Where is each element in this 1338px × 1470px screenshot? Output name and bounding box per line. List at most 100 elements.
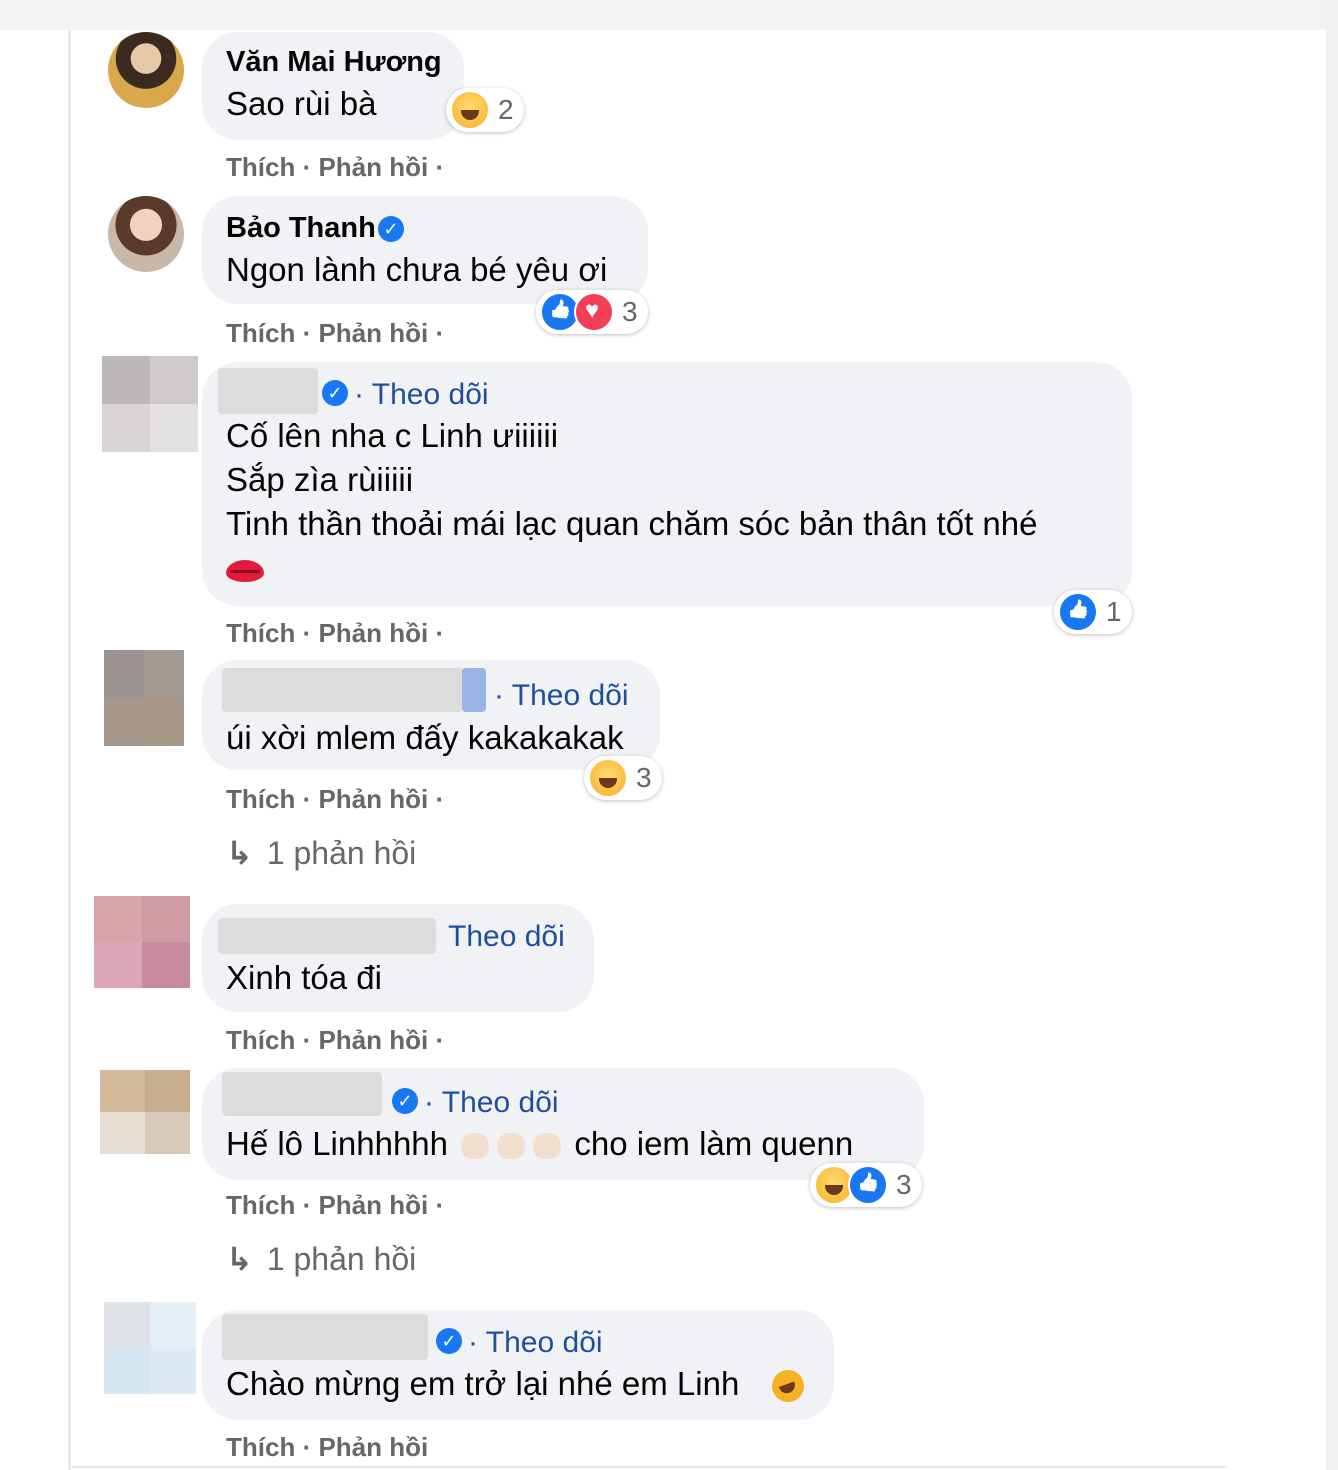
like-link[interactable]: Thích [226, 318, 295, 348]
view-replies-link[interactable]: ↳ 1 phản hồi [226, 1240, 416, 1278]
follow-label[interactable]: Theo dõi [442, 1086, 559, 1119]
window-right-border [1326, 0, 1338, 1470]
verified-badge-icon: ✓ [436, 1328, 462, 1354]
comment-text: Ngon lành chưa bé yêu ơi [226, 251, 608, 288]
reaction-count: 1 [1106, 596, 1122, 627]
reaction-summary[interactable]: 3 [810, 1163, 922, 1207]
reaction-count: 3 [636, 762, 652, 793]
comment-actions: Thích · Phản hồi · [226, 618, 444, 649]
author-name-redacted [462, 668, 486, 712]
comment-author[interactable]: Bảo Thanh [226, 212, 376, 245]
reply-arrow-icon: ↳ [226, 835, 253, 871]
like-link[interactable]: Thích [226, 1025, 295, 1055]
action-separator: · [428, 1025, 445, 1055]
comment-column-bottom-border [71, 1466, 1226, 1468]
verified-badge-icon: ✓ [378, 216, 404, 242]
avatar[interactable] [94, 896, 190, 988]
kiss-lips-icon [224, 556, 266, 586]
action-separator: · [428, 1190, 445, 1220]
reply-link[interactable]: Phản hồi [318, 152, 428, 182]
follow-link[interactable]: · Theo dõi [468, 1326, 603, 1360]
comment-actions: Thích · Phản hồi · [226, 1190, 444, 1221]
action-separator: · [295, 618, 319, 648]
action-separator: · [428, 784, 445, 814]
follow-separator: · [468, 1326, 486, 1359]
action-separator: · [428, 152, 445, 182]
like-link[interactable]: Thích [226, 1432, 295, 1462]
action-separator: · [295, 1190, 319, 1220]
comment-text: Sắp zìa rùiiiii [226, 461, 414, 498]
reaction-count: 3 [896, 1169, 912, 1200]
reaction-count: 2 [498, 94, 514, 125]
comment-text: Tinh thần thoải mái lạc quan chăm sóc bả… [226, 505, 1038, 542]
action-separator: · [295, 1432, 319, 1462]
like-reaction-icon [848, 1165, 888, 1205]
follow-label[interactable]: Theo dõi [512, 679, 629, 712]
reply-link[interactable]: Phản hồi [318, 784, 428, 814]
clapping-hands-icon [493, 1129, 529, 1163]
like-link[interactable]: Thích [226, 152, 295, 182]
like-link[interactable]: Thích [226, 784, 295, 814]
rofl-icon [770, 1368, 806, 1404]
author-name-redacted [222, 668, 464, 712]
avatar[interactable] [102, 356, 198, 452]
comment-text: Xinh tóa đi [226, 959, 382, 996]
comment-text-start: Hế lô Linhhhhh [226, 1125, 449, 1162]
reply-link[interactable]: Phản hồi [318, 618, 428, 648]
action-separator: · [295, 1025, 319, 1055]
follow-link[interactable]: Theo dõi [448, 920, 565, 954]
like-link[interactable]: Thích [226, 1190, 295, 1220]
comment-column-border [68, 30, 71, 1470]
avatar[interactable] [108, 196, 184, 272]
comment-text: úi xời mlem đấy kakakakak [226, 719, 624, 756]
follow-separator: · [354, 378, 372, 411]
follow-link[interactable]: · Theo dõi [494, 679, 629, 713]
author-name-redacted [218, 368, 318, 414]
reply-link[interactable]: Phản hồi [318, 1025, 428, 1055]
replies-count[interactable]: 1 phản hồi [267, 1241, 416, 1277]
like-link[interactable]: Thích [226, 618, 295, 648]
author-name-redacted [222, 1314, 428, 1360]
comment-actions: Thích · Phản hồi · [226, 152, 444, 183]
reply-arrow-icon: ↳ [226, 1241, 253, 1277]
avatar[interactable] [108, 32, 184, 108]
replies-count[interactable]: 1 phản hồi [267, 835, 416, 871]
like-reaction-icon [1058, 592, 1098, 632]
reaction-summary[interactable]: 2 [446, 88, 524, 132]
comment-actions: Thích · Phản hồi · [226, 318, 444, 349]
haha-reaction-icon [588, 758, 628, 798]
avatar[interactable] [100, 1070, 190, 1154]
reaction-summary[interactable]: 1 [1054, 590, 1132, 634]
reaction-summary[interactable]: 3 [536, 290, 648, 334]
reaction-summary[interactable]: 3 [584, 756, 662, 800]
reaction-count: 3 [622, 296, 638, 327]
comment-text-end: cho iem làm quenn [574, 1125, 854, 1162]
follow-link[interactable]: · Theo dõi [424, 1086, 559, 1120]
comment-actions: Thích · Phản hồi · [226, 784, 444, 815]
follow-label[interactable]: Theo dõi [486, 1326, 603, 1359]
avatar[interactable] [104, 650, 184, 746]
follow-label[interactable]: Theo dõi [372, 378, 489, 411]
clapping-hands-icon [529, 1129, 565, 1163]
action-separator: · [295, 784, 319, 814]
avatar[interactable] [104, 1302, 196, 1394]
author-name-redacted [218, 918, 436, 954]
comment-text: Chào mừng em trở lại nhé em Linh [226, 1365, 740, 1402]
reply-link[interactable]: Phản hồi [318, 318, 428, 348]
view-replies-link[interactable]: ↳ 1 phản hồi [226, 834, 416, 872]
haha-reaction-icon [450, 90, 490, 130]
comment-author[interactable]: Văn Mai Hương [226, 46, 442, 79]
author-name-redacted [222, 1072, 382, 1116]
verified-badge-icon: ✓ [392, 1088, 418, 1114]
action-separator: · [295, 318, 319, 348]
comment-actions: Thích · Phản hồi [226, 1432, 428, 1463]
comment-text: Cố lên nha c Linh ưiiiiii [226, 417, 559, 454]
window-top-border [0, 0, 1338, 30]
follow-link[interactable]: · Theo dõi [354, 378, 489, 412]
verified-badge-icon: ✓ [322, 380, 348, 406]
action-separator: · [428, 318, 445, 348]
comment-actions: Thích · Phản hồi · [226, 1025, 444, 1056]
reply-link[interactable]: Phản hồi [318, 1432, 428, 1462]
reply-link[interactable]: Phản hồi [318, 1190, 428, 1220]
follow-label[interactable]: Theo dõi [448, 920, 565, 953]
